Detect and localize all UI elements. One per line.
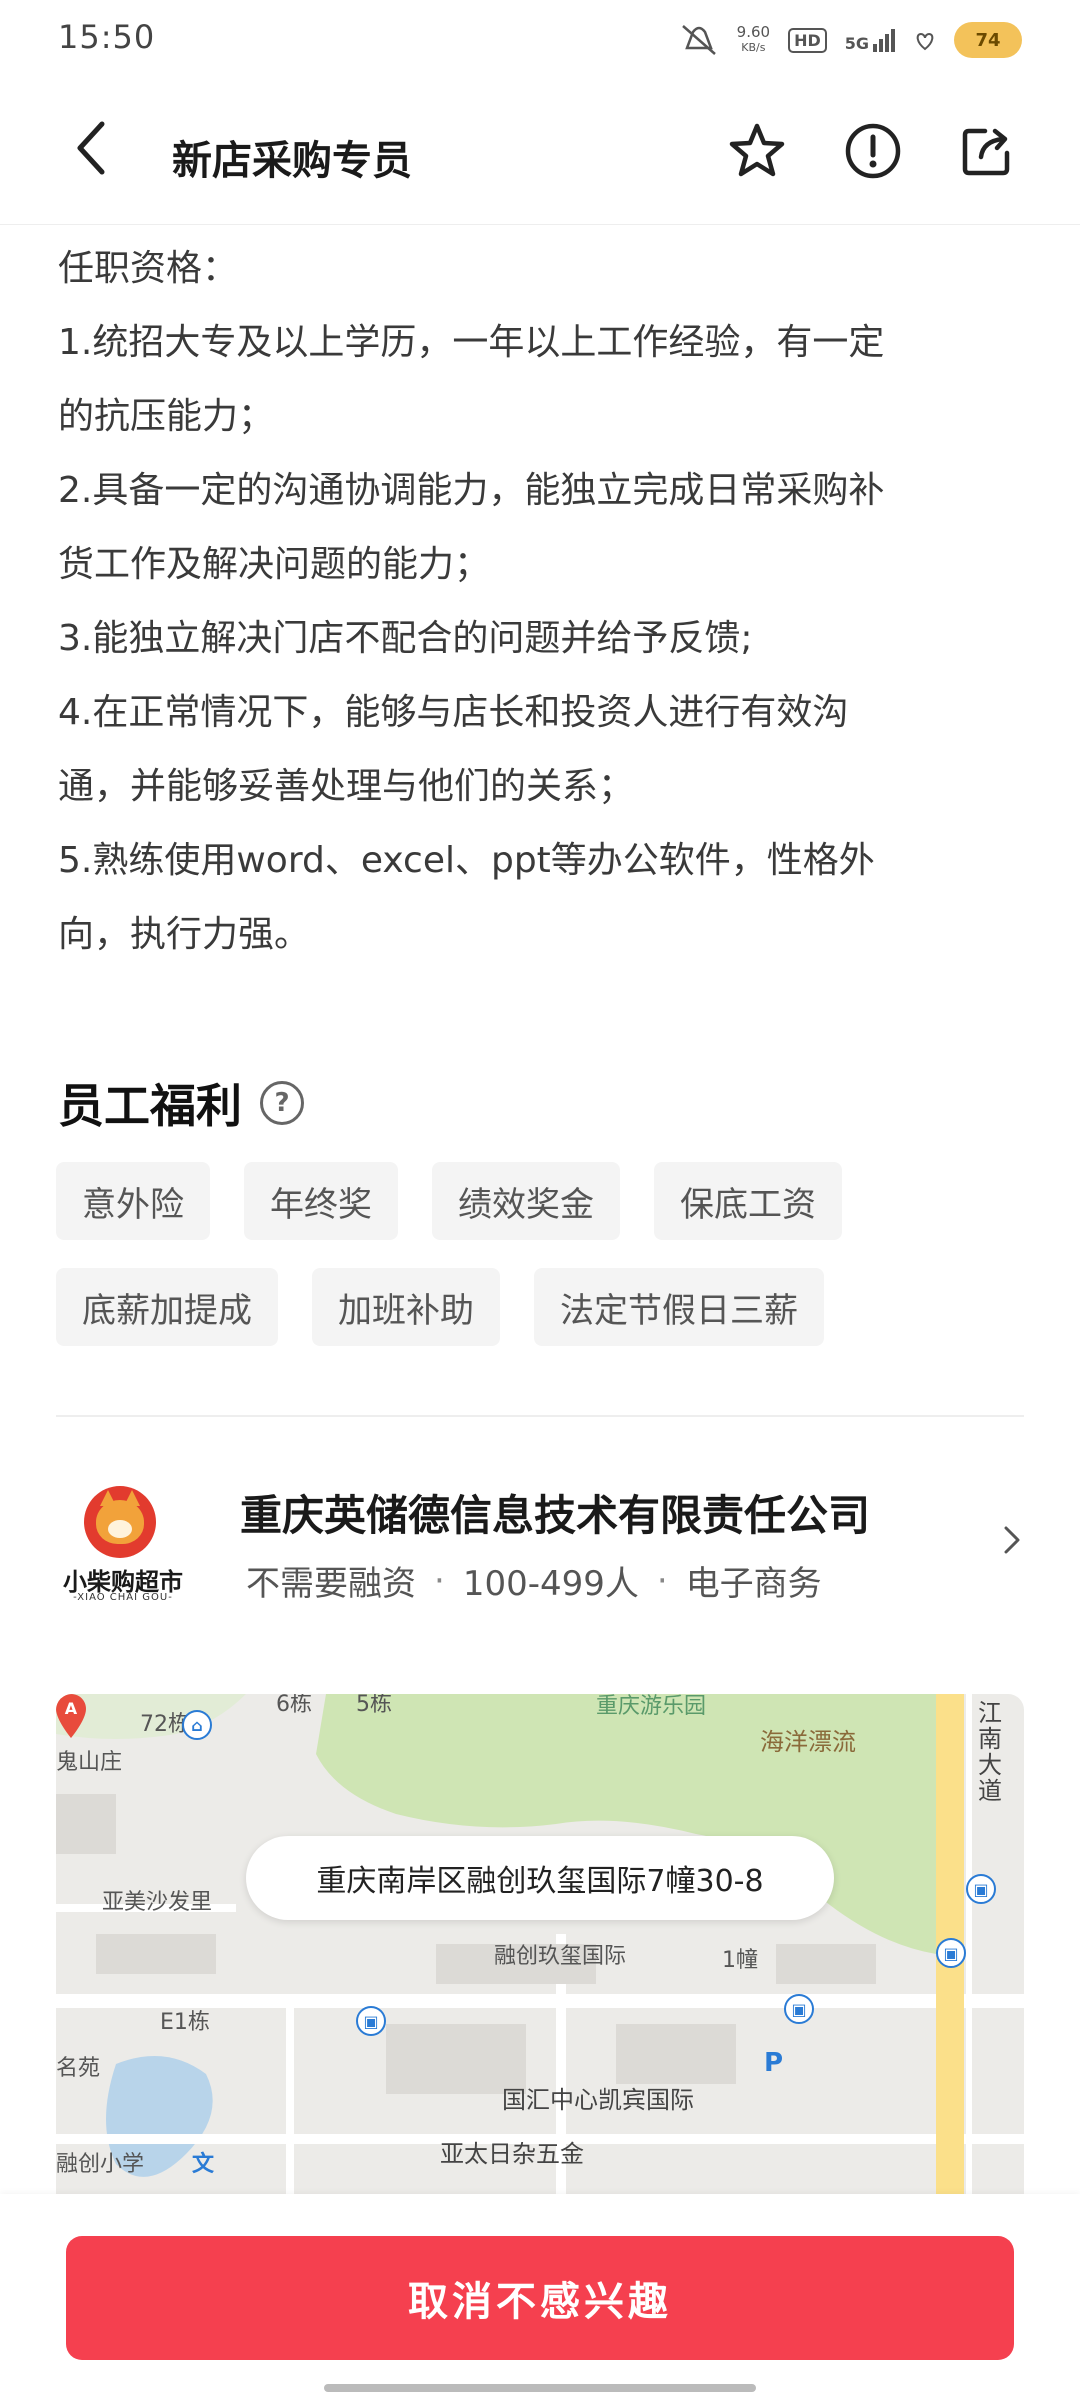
- back-arrow-icon: [77, 121, 105, 175]
- page-title: 新店采购专员: [172, 138, 412, 184]
- signal-icon: 5G: [845, 28, 896, 52]
- map-label: 名苑: [56, 2056, 101, 2081]
- benefits-header: 员工福利 ?: [58, 1070, 304, 1136]
- map-label: E1栋: [160, 2010, 210, 2035]
- home-indicator[interactable]: [324, 2384, 756, 2392]
- meta-separator: ·: [656, 1560, 668, 1601]
- requirement-line: 3.能独立解决门店不配合的问题并给予反馈;: [58, 618, 753, 659]
- report-button[interactable]: [838, 116, 908, 186]
- requirement-line: 向，执行力强。: [58, 914, 311, 955]
- benefit-tag: 法定节假日三薪: [534, 1268, 824, 1346]
- benefit-tag: 绩效奖金: [432, 1162, 620, 1240]
- company-card[interactable]: 小柴购超市 -XIAO CHAI GOU- 重庆英储德信息技术有限责任公司 不需…: [56, 1460, 1026, 1610]
- logo-subtext: -XIAO CHAI GOU-: [73, 1592, 173, 1603]
- share-icon: [962, 128, 1010, 176]
- warning-icon: [845, 123, 901, 179]
- meta-separator: ·: [434, 1560, 445, 1601]
- requirement-line: 4.在正常情况下，能够与店长和投资人进行有效沟: [58, 692, 849, 733]
- map-label: 6栋: [276, 1694, 312, 1717]
- requirement-line: 任职资格：: [58, 248, 239, 289]
- benefit-tag: 加班补助: [312, 1268, 500, 1346]
- status-bar: 15:50 9.60 KB/s HD 5G 74: [0, 0, 1080, 80]
- benefit-tag: 年终奖: [244, 1162, 398, 1240]
- benefit-tag: 保底工资: [654, 1162, 842, 1240]
- company-logo: 小柴购超市 -XIAO CHAI GOU-: [56, 1486, 190, 1610]
- net-speed: 9.60 KB/s: [736, 23, 771, 54]
- benefit-tag: 底薪加提成: [56, 1268, 278, 1346]
- requirement-line: 通，并能够妥善处理与他们的关系；: [58, 766, 635, 807]
- requirement-line: 1.统招大专及以上学历，一年以上工作经验，有一定: [58, 322, 885, 363]
- location-map[interactable]: 72栋 6栋 5栋 重庆游乐园 海洋漂流 江南大道 鬼山庄 亚美沙发里 融创玖玺…: [56, 1694, 1024, 2194]
- map-label: 1幢: [722, 1948, 758, 1973]
- company-meta: 不需要融资 · 100-499人 · 电子商务: [246, 1556, 822, 1605]
- share-button[interactable]: [952, 116, 1022, 186]
- requirement-line: 的抗压能力；: [58, 396, 275, 437]
- cancel-not-interested-button[interactable]: 取消不感兴趣: [66, 2236, 1014, 2360]
- map-label: 融创小学: [56, 2152, 145, 2177]
- dog-logo-icon: [84, 1486, 156, 1558]
- map-label: 江南大道: [978, 1699, 1002, 1805]
- map-label: 鬼山庄: [56, 1750, 123, 1775]
- benefits-title: 员工福利: [58, 1079, 242, 1133]
- svg-text:A: A: [65, 1699, 78, 1718]
- map-label: 融创玖玺国际: [494, 1944, 627, 1969]
- status-icons: 9.60 KB/s HD 5G 74: [679, 18, 1022, 62]
- bus-stop-icon: ▣: [784, 1994, 814, 2024]
- bus-stop-icon: ▣: [936, 1938, 966, 1968]
- bottom-bar: 取消不感兴趣: [0, 2194, 1080, 2400]
- hd-badge: HD: [788, 27, 827, 53]
- signal-bars-icon: [873, 29, 895, 52]
- benefit-tag: 意外险: [56, 1162, 210, 1240]
- location-pin-icon: A: [56, 1694, 86, 1738]
- favorite-button[interactable]: [722, 116, 792, 186]
- divider: [56, 1415, 1024, 1417]
- app-header: 新店采购专员: [0, 80, 1080, 225]
- requirement-line: 5.熟练使用word、excel、ppt等办公软件，性格外: [58, 840, 875, 881]
- map-label: 亚太日杂五金: [440, 2140, 584, 2168]
- job-requirements: 任职资格： 1.统招大专及以上学历，一年以上工作经验，有一定 的抗压能力； 2.…: [58, 232, 1028, 972]
- company-financing: 不需要融资: [246, 1564, 416, 1604]
- mute-icon: [681, 25, 716, 55]
- help-icon[interactable]: ?: [260, 1081, 304, 1125]
- requirement-line: 2.具备一定的沟通协调能力，能独立完成日常采购补: [58, 470, 885, 511]
- company-size: 100-499人: [462, 1564, 639, 1604]
- map-label: 重庆游乐园: [596, 1694, 707, 1719]
- back-button[interactable]: [62, 118, 122, 178]
- map-label: 亚美沙发里: [102, 1890, 213, 1915]
- map-label: 国汇中心凯宾国际: [502, 2086, 694, 2114]
- map-label: 5栋: [356, 1694, 392, 1717]
- address-bubble[interactable]: 重庆南岸区融创玖玺国际7幢30-8: [246, 1836, 834, 1920]
- company-industry: 电子商务: [685, 1564, 822, 1604]
- parking-icon: P: [764, 2048, 784, 2078]
- heart-icon: [916, 32, 934, 51]
- company-name: 重庆英储德信息技术有限责任公司: [240, 1491, 871, 1540]
- bus-stop-icon: ▣: [356, 2006, 386, 2036]
- bus-stop-icon: ▣: [966, 1874, 996, 1904]
- map-label: 海洋漂流: [760, 1728, 856, 1756]
- star-icon: [729, 123, 785, 177]
- benefit-tags: 意外险 年终奖 绩效奖金 保底工资 底薪加提成 加班补助 法定节假日三薪: [56, 1162, 1026, 1346]
- battery-indicator: 74: [954, 22, 1022, 58]
- chevron-right-icon: [1004, 1526, 1020, 1554]
- bus-stop-icon: ⌂: [182, 1710, 212, 1740]
- requirement-line: 货工作及解决问题的能力；: [58, 544, 491, 585]
- school-icon: 文: [192, 2152, 215, 2177]
- network-type: 5G: [844, 34, 869, 53]
- status-time: 15:50: [58, 18, 156, 56]
